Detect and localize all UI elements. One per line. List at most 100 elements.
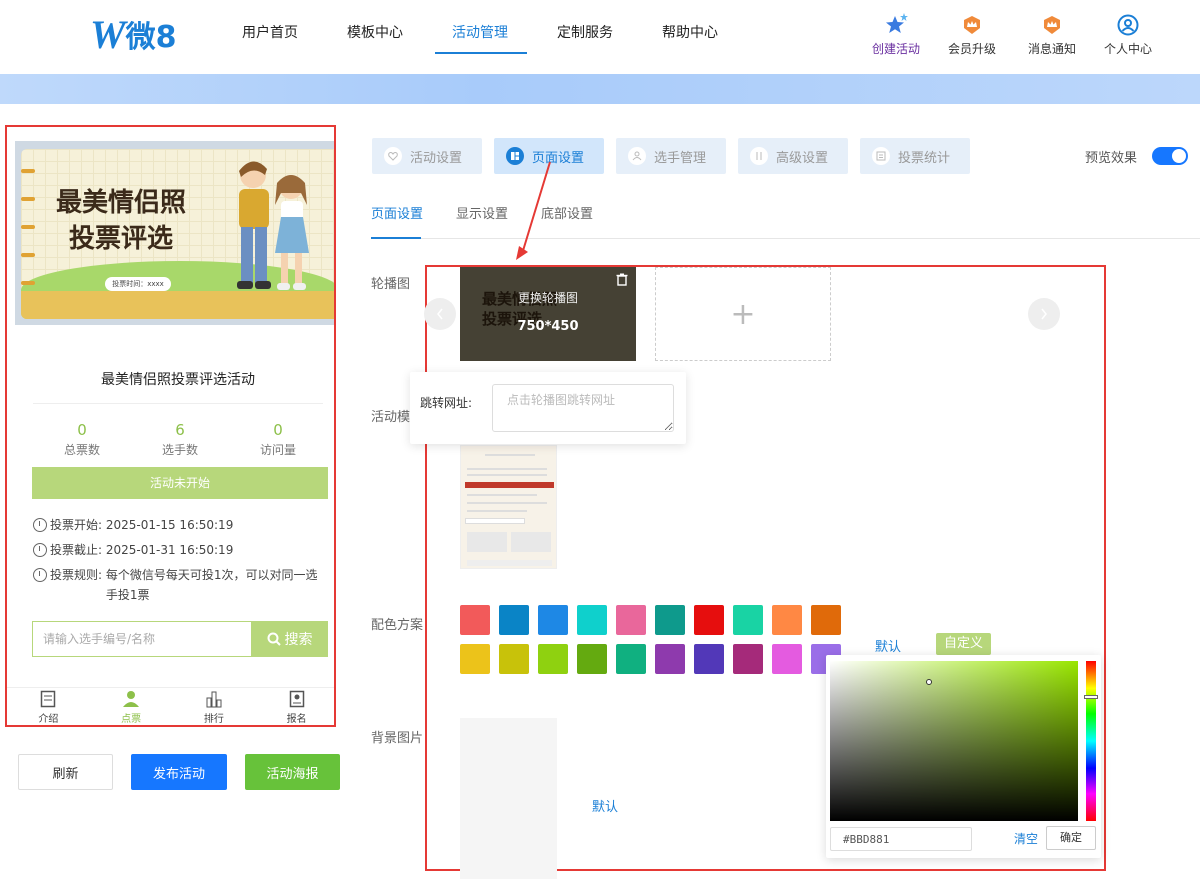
brand-logo[interactable]: W 微8 [90,11,177,57]
jump-url-input[interactable] [492,384,674,432]
step-vote-statistics[interactable]: 投票统计 [860,138,970,174]
tab-vote[interactable]: 点票 [90,688,173,725]
saturation-value-area[interactable] [830,661,1078,821]
background-default-button[interactable]: 默认 [592,796,618,815]
carousel-prev-button[interactable] [424,298,456,330]
scheme-default-button[interactable]: 默认 [875,636,901,655]
tab-intro[interactable]: 介绍 [7,688,90,725]
color-swatch[interactable] [616,644,646,674]
nav-templates[interactable]: 模板中心 [347,22,403,42]
color-swatch[interactable] [772,605,802,635]
color-swatch[interactable] [499,605,529,635]
vote-rule-row: 投票规则: 每个微信号每天可投1次，可以对同一选手投1票 [33,565,323,605]
color-swatch[interactable] [460,605,490,635]
color-swatch[interactable] [577,644,607,674]
clear-color-button[interactable]: 清空 [1014,830,1038,847]
contestant-search-input[interactable] [32,621,251,657]
trash-icon [616,273,628,286]
nav-activity-management[interactable]: 活动管理 [452,22,508,42]
change-carousel-label[interactable]: 更换轮播图 [460,289,636,306]
chevron-right-icon [1041,308,1047,320]
activity-poster-button[interactable]: 活动海报 [245,754,340,790]
add-slide-button[interactable]: + [655,267,831,361]
nav-custom-service[interactable]: 定制服务 [557,22,613,42]
vote-end-row: 投票截止: 2025-01-31 16:50:19 [33,540,233,560]
info-icon [33,568,47,582]
chevron-left-icon [437,308,443,320]
activity-title: 最美情侣照投票评选活动 [101,372,255,388]
nav-active-underline [435,52,527,54]
color-swatch[interactable] [811,605,841,635]
activity-status-button[interactable]: 活动未开始 [32,467,328,499]
subtab-active-underline [371,237,421,239]
logo-letter: W [90,11,126,57]
user-center-label: 个人中心 [1103,42,1152,56]
step-advanced-settings[interactable]: 高级设置 [738,138,848,174]
activity-template-thumbnail[interactable] [460,445,557,569]
person-icon [123,691,140,707]
color-scheme-label: 配色方案 [371,618,424,633]
contestant-search: 搜索 [32,621,328,657]
color-swatch[interactable] [655,644,685,674]
preview-effect-label: 预览效果 [1085,151,1138,166]
tab-ranking[interactable]: 排行 [173,688,256,725]
top-navigation: W 微8 用户首页 模板中心 活动管理 定制服务 帮助中心 创建活动 会员升级 … [0,0,1200,74]
user-center-button[interactable]: 个人中心 [1093,12,1163,57]
step-contestant-management[interactable]: 选手管理 [616,138,726,174]
preview-effect-toggle[interactable] [1152,147,1188,165]
notifications-button[interactable]: 消息通知 [1017,12,1087,57]
divider [33,403,323,404]
bar-chart-icon [206,691,222,708]
logo-text: 微8 [125,20,177,55]
header-banner [0,74,1200,104]
carousel-next-button[interactable] [1028,298,1060,330]
search-icon [267,632,281,646]
refresh-button[interactable]: 刷新 [18,754,113,790]
stat-contestants: 6 选手数 [161,421,198,457]
template-label: 活动模 [371,410,411,425]
create-activity-button[interactable]: 创建活动 [861,12,931,57]
color-picker-panel: 清空 确定 [826,655,1101,858]
tab-signup[interactable]: 报名 [255,688,334,725]
subtab-display-settings[interactable]: 显示设置 [456,203,508,222]
publish-activity-button[interactable]: 发布活动 [131,754,227,790]
color-swatch[interactable] [772,644,802,674]
background-image-thumbnail[interactable] [460,718,557,879]
color-swatch[interactable] [694,644,724,674]
hex-color-input[interactable] [830,827,972,851]
color-swatch[interactable] [694,605,724,635]
color-cursor[interactable] [926,679,932,685]
clock-icon [33,518,47,532]
carousel-size-label: 750*450 [517,319,579,334]
color-swatch[interactable] [577,605,607,635]
document-icon [41,690,56,708]
delete-slide-button[interactable] [616,271,628,290]
nav-help[interactable]: 帮助中心 [662,22,718,42]
user-circle-icon [1117,14,1139,36]
color-swatch[interactable] [733,644,763,674]
nav-home[interactable]: 用户首页 [242,22,298,42]
step-activity-settings[interactable]: 活动设置 [372,138,482,174]
color-swatch[interactable] [655,605,685,635]
carousel-slide-thumbnail[interactable]: 最美情侣照 投票评选 更换轮播图 750*450 [460,267,636,361]
member-upgrade-button[interactable]: 会员升级 [937,12,1007,57]
hue-slider-handle[interactable] [1084,695,1098,699]
color-swatch[interactable] [733,605,763,635]
tools-icon [750,147,768,165]
color-swatch[interactable] [499,644,529,674]
stats-icon [872,147,890,165]
color-swatch[interactable] [538,644,568,674]
hue-slider[interactable] [1086,661,1096,821]
color-swatch[interactable] [616,605,646,635]
subtab-divider [371,238,1200,239]
color-swatch[interactable] [538,605,568,635]
color-swatch[interactable] [460,644,490,674]
search-button[interactable]: 搜索 [251,621,328,657]
clock-icon [33,543,47,557]
jump-url-label: 跳转网址: [420,396,473,410]
scheme-custom-button[interactable]: 自定义 [936,633,991,655]
subtab-page-settings[interactable]: 页面设置 [371,203,423,222]
cover-image: 最美情侣照 投票评选 投票时间：xxxx [15,141,334,325]
confirm-color-button[interactable]: 确定 [1046,826,1096,850]
cover-title: 最美情侣照 投票评选 [55,188,186,254]
